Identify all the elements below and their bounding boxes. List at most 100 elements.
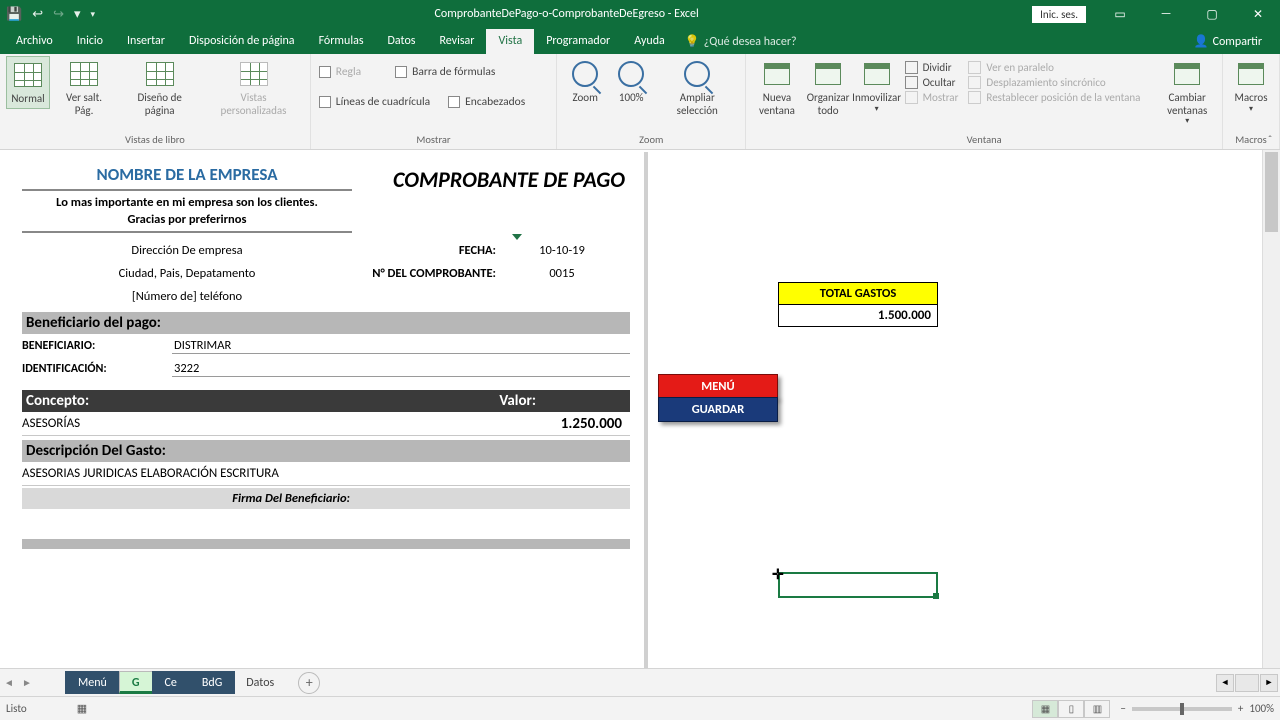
tab-programador[interactable]: Programador	[534, 29, 622, 54]
ribbon-options-icon[interactable]: ▭	[1098, 0, 1142, 28]
guardar-button[interactable]: GUARDAR	[658, 397, 778, 422]
address: Dirección De empresa	[22, 243, 352, 258]
sync-scroll-button: Desplazamiento sincrónico	[964, 75, 1144, 90]
concepto-value: ASESORÍAS	[22, 416, 500, 431]
save-icon[interactable]: 💾	[6, 7, 22, 22]
tab-revisar[interactable]: Revisar	[427, 29, 486, 54]
hide-button[interactable]: Ocultar	[901, 75, 963, 90]
chk-formulabar[interactable]: Barra de fórmulas	[393, 62, 497, 82]
fecha-label: FECHA:	[352, 243, 502, 258]
num-value: 0015	[502, 266, 622, 281]
view-normal-icon[interactable]: ▦	[1032, 700, 1058, 718]
group-zoom: Zoom	[563, 131, 739, 149]
macro-rec-icon[interactable]: ▦	[77, 702, 87, 715]
chk-regla[interactable]: Regla	[317, 62, 363, 82]
minimize-icon[interactable]: —	[1144, 0, 1188, 28]
beneficiario-label: BENEFICIARIO:	[22, 339, 172, 353]
freeze-panes-button[interactable]: Inmovilizar▾	[855, 56, 899, 116]
sheet-tab-datos[interactable]: Datos	[234, 672, 286, 694]
descripcion-value: ASESORIAS JURIDICAS ELABORACIÓN ESCRITUR…	[22, 466, 630, 481]
add-sheet-button[interactable]: +	[298, 672, 320, 694]
worksheet-area: NOMBRE DE LA EMPRESA Lo mas importante e…	[0, 150, 1280, 696]
chk-gridlines[interactable]: Líneas de cuadrícula	[317, 92, 432, 112]
filter-icon[interactable]: ▾	[74, 7, 81, 22]
qa-more-icon[interactable]: ▾	[91, 9, 96, 20]
tab-disposicion[interactable]: Disposición de página	[177, 29, 307, 54]
arrange-all-button[interactable]: Organizar todo	[804, 56, 853, 119]
hscroll-left[interactable]: ◄	[1216, 674, 1234, 692]
sheet-tab-bdg[interactable]: BdG	[189, 671, 235, 694]
undo-icon[interactable]: ↩	[32, 7, 43, 22]
tab-vista[interactable]: Vista	[486, 29, 534, 54]
ident-value: 3222	[172, 361, 630, 377]
macros-button[interactable]: Macros▾	[1229, 56, 1273, 116]
zoom-value[interactable]: 100%	[1249, 702, 1274, 715]
hscroll-track[interactable]	[1235, 674, 1259, 692]
scroll-thumb[interactable]	[1265, 152, 1278, 232]
signin-button[interactable]: Inic. ses.	[1032, 6, 1086, 23]
new-window-button[interactable]: Nueva ventana	[752, 56, 801, 119]
company-name: NOMBRE DE LA EMPRESA	[22, 164, 352, 191]
view-pagelayout-button[interactable]: Diseño de página	[118, 56, 201, 119]
selected-cell[interactable]	[778, 572, 938, 598]
tab-nav-next[interactable]: ►	[18, 676, 36, 689]
collapse-ribbon-icon[interactable]: ˆ	[1262, 131, 1278, 147]
zoom-button[interactable]: Zoom	[563, 56, 607, 107]
zoom-plus[interactable]: +	[1238, 702, 1243, 715]
total-gastos-header: TOTAL GASTOS	[778, 282, 938, 305]
right-pane[interactable]: TOTAL GASTOS 1.500.000 MENÚ GUARDAR ✛	[648, 152, 1262, 668]
beneficiario-value: DISTRIMAR	[172, 338, 630, 354]
fecha-value: 10-10-19	[502, 243, 622, 258]
chk-headings[interactable]: Encabezados	[446, 92, 527, 112]
split-button[interactable]: Dividir	[901, 60, 963, 75]
hscroll-right[interactable]: ►	[1260, 674, 1278, 692]
view-normal-button[interactable]: Normal	[6, 56, 50, 109]
zoom-selection-button[interactable]: Ampliar selección	[655, 56, 739, 119]
switch-windows-button[interactable]: Cambiar ventanas▾	[1158, 56, 1216, 128]
view-layout-icon[interactable]: ▯	[1058, 700, 1084, 718]
document-sheet[interactable]: NOMBRE DE LA EMPRESA Lo mas importante e…	[4, 152, 648, 668]
tab-formulas[interactable]: Fórmulas	[307, 29, 376, 54]
reset-pos-button: Restablecer posición de la ventana	[964, 90, 1144, 105]
slogan-1: Lo mas importante en mi empresa son los …	[22, 191, 352, 212]
slogan-2: Gracias por preferirnos	[22, 212, 352, 233]
sheet-tab-menu[interactable]: Menú	[65, 671, 120, 694]
document-title: COMPROBANTE DE PAGO	[384, 166, 634, 195]
total-gastos-value: 1.500.000	[778, 305, 938, 327]
title-bar: 💾 ↩ ↪ ▾ ▾ ComprobanteDePago-o-Comprobant…	[0, 0, 1280, 28]
side-by-side-button: Ver en paralelo	[964, 60, 1144, 75]
view-pagebreak-button[interactable]: Ver salt. Pág.	[52, 56, 116, 119]
tab-insertar[interactable]: Insertar	[115, 29, 177, 54]
fill-handle[interactable]	[933, 593, 939, 599]
bulb-icon: 💡	[685, 34, 700, 49]
beneficiario-header: Beneficiario del pago:	[22, 312, 630, 334]
tell-me[interactable]: 💡¿Qué desea hacer?	[677, 29, 805, 54]
phone: [Número de] teléfono	[22, 289, 352, 304]
unhide-button[interactable]: Mostrar	[901, 90, 963, 105]
menu-button[interactable]: MENÚ	[658, 374, 778, 399]
zoom-100-button[interactable]: 100%	[609, 56, 653, 107]
close-icon[interactable]: ✕	[1236, 0, 1280, 28]
tab-datos[interactable]: Datos	[376, 29, 428, 54]
view-break-icon[interactable]: ▥	[1084, 700, 1110, 718]
sheet-tab-ce[interactable]: Ce	[152, 671, 190, 694]
zoom-minus[interactable]: −	[1120, 702, 1125, 715]
comment-marker-icon[interactable]	[512, 234, 522, 240]
zoom-slider[interactable]	[1132, 707, 1232, 711]
vertical-scrollbar[interactable]	[1262, 150, 1280, 668]
tab-archivo[interactable]: Archivo	[4, 29, 65, 54]
maximize-icon[interactable]: ▢	[1190, 0, 1234, 28]
tab-ayuda[interactable]: Ayuda	[622, 29, 677, 54]
redo-icon[interactable]: ↪	[53, 7, 64, 22]
tab-inicio[interactable]: Inicio	[65, 29, 115, 54]
sheet-tab-g[interactable]: G	[119, 671, 153, 694]
status-bar: Listo ▦ ▦ ▯ ▥ − + 100%	[0, 696, 1280, 720]
view-custom-button[interactable]: Vistas personalizadas	[203, 56, 304, 119]
tab-nav-prev[interactable]: ◄	[0, 676, 18, 689]
city: Ciudad, Pais, Depatamento	[22, 266, 352, 281]
sheet-tabs-bar: ◄ ► Menú G Ce BdG Datos + ◄ ►	[0, 668, 1280, 696]
window-title: ComprobanteDePago-o-ComprobanteDeEgreso …	[101, 7, 1032, 21]
valor-value: 1.250.000	[500, 415, 630, 433]
total-gastos-box: TOTAL GASTOS 1.500.000	[778, 282, 938, 327]
share-button[interactable]: 👤Compartir	[1186, 29, 1270, 54]
